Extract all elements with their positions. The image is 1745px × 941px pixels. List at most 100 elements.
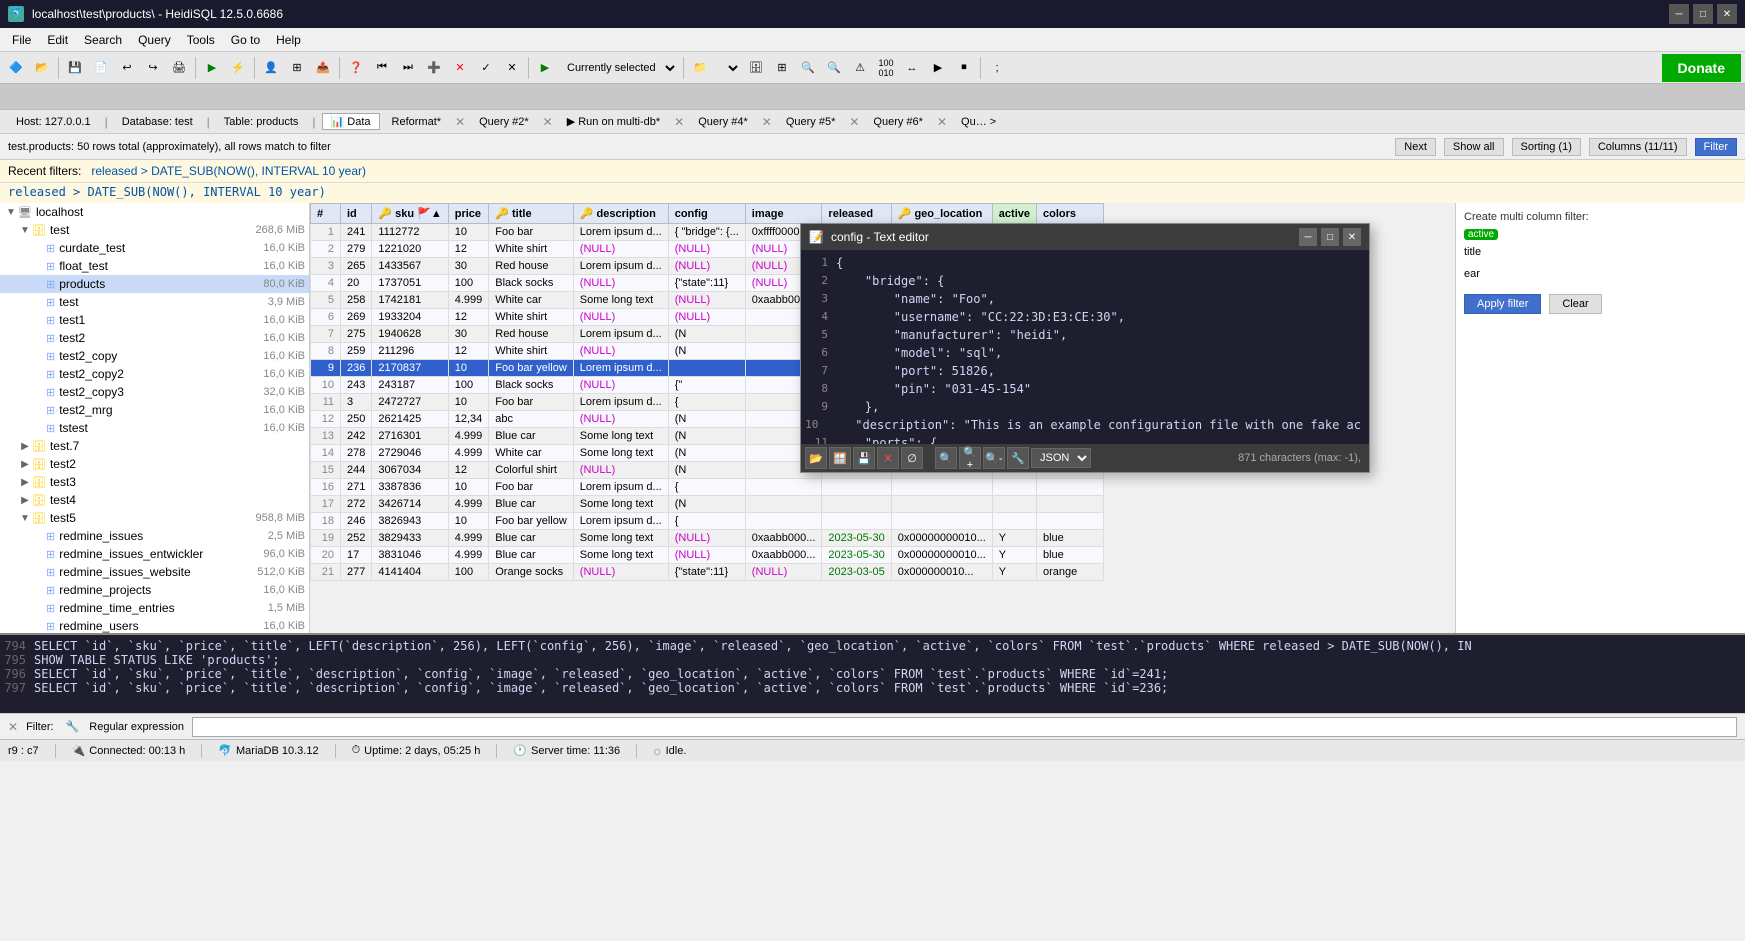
cell-11[interactable]: blue [1037,547,1104,564]
menu-item-edit[interactable]: Edit [39,31,76,49]
cell-4[interactable]: abc [489,411,574,428]
sidebar-item-test7[interactable]: ▶ 🗄 test.7 [0,437,309,455]
donate-button[interactable]: Donate [1662,54,1741,82]
sidebar-item-redmine-issues-w[interactable]: ⊞ redmine_issues_website 512,0 KiB [0,563,309,581]
table-row[interactable]: 16271338783610Foo barLorem ipsum d...{ [311,479,1104,496]
cell-6[interactable]: (NULL) [668,292,745,309]
cell-5[interactable]: (NULL) [573,377,668,394]
connect-button[interactable]: ▶ [200,55,224,81]
table-row[interactable]: 201738310464.999Blue carSome long text(N… [311,547,1104,564]
cell-6[interactable]: (NULL) [668,547,745,564]
menu-item-query[interactable]: Query [130,31,179,49]
cell-1[interactable]: 275 [341,326,372,343]
cell-9[interactable]: 0x000000010... [891,564,992,581]
filter-button[interactable]: Filter [1695,138,1737,156]
cell-4[interactable]: Red house [489,326,574,343]
cell-4[interactable]: Foo bar yellow [489,513,574,530]
cell-8[interactable] [822,496,891,513]
cell-10[interactable]: Y [992,547,1036,564]
cell-1[interactable]: 243 [341,377,372,394]
cell-3[interactable]: 10 [448,394,489,411]
cell-5[interactable]: Lorem ipsum d... [573,513,668,530]
cell-11[interactable] [1037,496,1104,513]
cell-2[interactable]: 1221020 [372,241,448,258]
col-geo-location[interactable]: 🔑 geo_location [891,204,992,224]
sidebar-item-test2-table[interactable]: ⊞ test2 16,0 KiB [0,329,309,347]
cell-10[interactable] [992,479,1036,496]
cell-3[interactable]: 30 [448,326,489,343]
te-windows-button[interactable]: 🪟 [829,447,851,469]
folder-button[interactable]: 📁 [688,55,712,81]
cell-1[interactable]: 236 [341,360,372,377]
semicolon-button[interactable]: ; [985,55,1009,81]
more-button[interactable]: ▶ [926,55,950,81]
menu-item-search[interactable]: Search [76,31,130,49]
cell-2[interactable]: 2472727 [372,394,448,411]
cell-6[interactable]: (NULL) [668,530,745,547]
minimize-button[interactable]: ─ [1669,4,1689,24]
cell-1[interactable]: 279 [341,241,372,258]
show-all-button[interactable]: Show all [1444,138,1504,156]
cell-2[interactable]: 1742181 [372,292,448,309]
te-minimize-button[interactable]: ─ [1299,228,1317,246]
sidebar-item-float-test[interactable]: ⊞ float_test 16,0 KiB [0,257,309,275]
te-zoom-out-button[interactable]: 🔍- [983,447,1005,469]
cell-2[interactable]: 1112772 [372,224,448,241]
table-button[interactable]: ⊞ [770,55,794,81]
next-btn2[interactable]: ⏭ [396,55,420,81]
sidebar-item-redmine-issues[interactable]: ⊞ redmine_issues 2,5 MiB [0,527,309,545]
cell-0[interactable]: 8 [311,343,341,360]
cell-0[interactable]: 15 [311,462,341,479]
cell-1[interactable]: 20 [341,275,372,292]
tab-reformat[interactable]: Reformat* [384,114,450,130]
cell-2[interactable]: 3826943 [372,513,448,530]
cell-2[interactable]: 2729046 [372,445,448,462]
cell-2[interactable]: 1737051 [372,275,448,292]
cell-5[interactable]: Lorem ipsum d... [573,394,668,411]
cell-2[interactable]: 211296 [372,343,448,360]
cell-10[interactable]: Y [992,530,1036,547]
cell-0[interactable]: 5 [311,292,341,309]
text-editor-content[interactable]: 1{2 "bridge": {3 "name": "Foo",4 "userna… [801,250,1369,444]
cell-4[interactable]: Colorful shirt [489,462,574,479]
stop-button[interactable]: ⏹ [952,55,976,81]
col-active[interactable]: active [992,204,1036,224]
clear-filter-button[interactable]: Clear [1549,294,1601,314]
cell-4[interactable]: Foo bar yellow [489,360,574,377]
cell-8[interactable]: 2023-05-30 [822,547,891,564]
cell-6[interactable]: {"state":11} [668,275,745,292]
cell-0[interactable]: 19 [311,530,341,547]
tab-query5[interactable]: Query #5* [778,114,844,130]
sidebar-item-redmine-time[interactable]: ⊞ redmine_time_entries 1,5 MiB [0,599,309,617]
menu-item-file[interactable]: File [4,31,39,49]
cell-1[interactable]: 272 [341,496,372,513]
cell-1[interactable]: 242 [341,428,372,445]
col-image[interactable]: image [745,204,822,224]
sidebar-item-tstest[interactable]: ⊞ tstest 16,0 KiB [0,419,309,437]
sidebar-item-test1[interactable]: ⊞ test1 16,0 KiB [0,311,309,329]
cell-2[interactable]: 1433567 [372,258,448,275]
cell-5[interactable]: Some long text [573,496,668,513]
sidebar-item-curdate-test[interactable]: ⊞ curdate_test 16,0 KiB [0,239,309,257]
grid-button[interactable]: ⊞ [285,55,309,81]
tab-query6[interactable]: Query #6* [865,114,931,130]
cell-5[interactable]: Some long text [573,428,668,445]
cell-7[interactable] [745,496,822,513]
cell-6[interactable]: (NULL) [668,309,745,326]
new-button[interactable]: 🔷 [4,55,28,81]
cell-4[interactable]: Blue car [489,496,574,513]
cell-4[interactable]: Black socks [489,377,574,394]
cell-3[interactable]: 30 [448,258,489,275]
sidebar-item-redmine-users[interactable]: ⊞ redmine_users 16,0 KiB [0,617,309,633]
cell-6[interactable]: {" [668,377,745,394]
col-config[interactable]: config [668,204,745,224]
cell-6[interactable]: (N [668,428,745,445]
cell-9[interactable] [891,479,992,496]
cell-3[interactable]: 4.999 [448,445,489,462]
col-title[interactable]: 🔑 title [489,204,574,224]
table-row[interactable]: 18246382694310Foo bar yellowLorem ipsum … [311,513,1104,530]
cell-0[interactable]: 4 [311,275,341,292]
cell-1[interactable]: 258 [341,292,372,309]
col-id[interactable]: id [341,204,372,224]
cell-1[interactable]: 17 [341,547,372,564]
